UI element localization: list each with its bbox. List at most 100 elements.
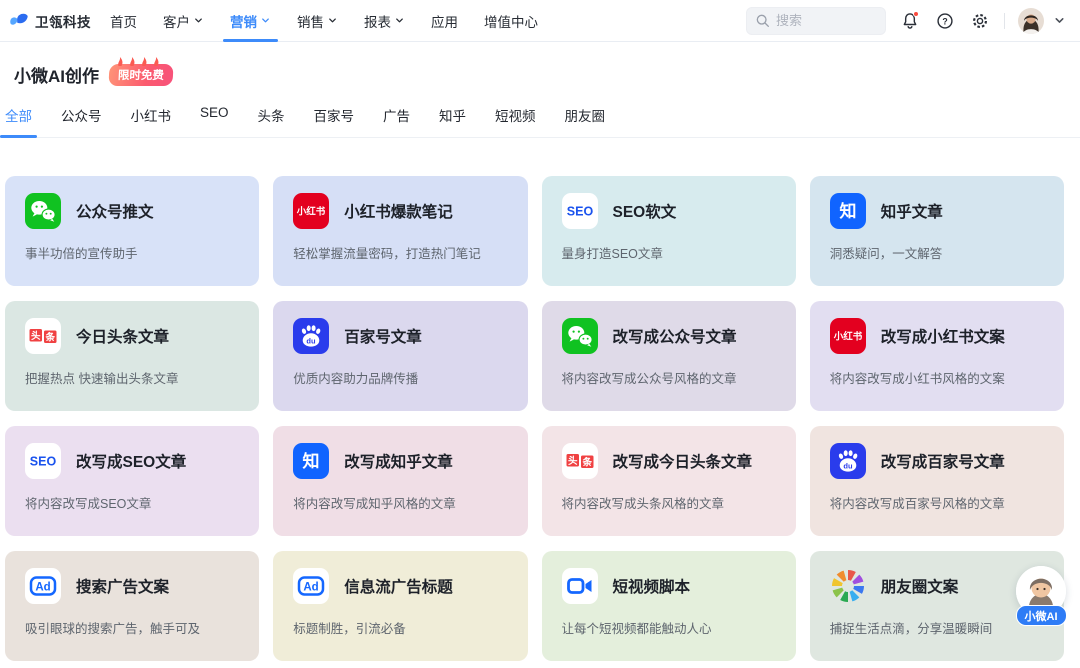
card-feed-ad-title[interactable]: Ad信息流广告标题标题制胜，引流必备 [273, 551, 527, 661]
tab-official-account[interactable]: 公众号 [61, 105, 102, 137]
nav-item-sales[interactable]: 销售 [284, 0, 351, 42]
tab-zhihu[interactable]: 知乎 [439, 105, 466, 137]
svg-text:Ad: Ad [35, 582, 50, 594]
baidu-icon: du [293, 318, 329, 354]
tab-xiaohongshu[interactable]: 小红书 [131, 105, 172, 137]
card-xiaohongshu-hot-note[interactable]: 小红书小红书爆款笔记轻松掌握流量密码，打造热门笔记 [273, 176, 527, 286]
svg-text:条: 条 [581, 456, 592, 468]
nav-item-label: 增值中心 [484, 11, 538, 31]
card-title: 改写成公众号文章 [613, 325, 737, 347]
nav-item-value-added-center[interactable]: 增值中心 [471, 0, 551, 42]
card-title: 今日头条文章 [76, 325, 169, 347]
wechat-icon [562, 318, 598, 354]
card-description: 将内容改写成头条风格的文章 [562, 493, 776, 512]
nav-item-customers[interactable]: 客户 [150, 0, 217, 42]
card-search-ad-copy[interactable]: Ad 搜索广告文案吸引眼球的搜索广告，触手可及 [5, 551, 259, 661]
brand-name: 卫瓴科技 [35, 11, 91, 31]
video-icon [562, 568, 598, 604]
search-input[interactable] [776, 13, 877, 28]
nav-item-label: 客户 [163, 11, 190, 31]
category-tabs: 全部公众号小红书 SEO 头条百家号广告知乎短视频朋友圈 [0, 91, 1080, 138]
notification-dot [913, 11, 919, 17]
card-head: 公众号推文 [25, 193, 239, 229]
card-head: SEOSEO软文 [562, 193, 776, 229]
topbar-right: ? [746, 7, 1066, 35]
nav-item-marketing[interactable]: 营销 [217, 0, 284, 42]
nav-item-apps[interactable]: 应用 [418, 0, 471, 42]
zhihu-icon: 知 [830, 193, 866, 229]
svg-text:Ad: Ad [304, 582, 319, 594]
card-head: 头条 今日头条文章 [25, 318, 239, 354]
card-official-account-post[interactable]: 公众号推文事半功倍的宣传助手 [5, 176, 259, 286]
card-baijiahao-article[interactable]: du百家号文章优质内容助力品牌传播 [273, 301, 527, 411]
card-description: 吸引眼球的搜索广告，触手可及 [25, 618, 239, 637]
ai-assistant-widget[interactable]: 小微AI [1012, 566, 1070, 626]
card-rewrite-toutiao[interactable]: 头条改写成今日头条文章将内容改写成头条风格的文章 [542, 426, 796, 536]
card-toutiao-article[interactable]: 头条 今日头条文章把握热点 快速输出头条文章 [5, 301, 259, 411]
card-title: 改写成SEO文章 [76, 450, 186, 472]
tab-moments[interactable]: 朋友圈 [565, 105, 606, 137]
card-description: 轻松掌握流量密码，打造热门笔记 [293, 243, 507, 262]
chevron-down-icon [327, 15, 338, 26]
card-title: 搜索广告文案 [76, 575, 169, 597]
nav-item-label: 营销 [230, 11, 257, 31]
tab-short-video[interactable]: 短视频 [495, 105, 536, 137]
card-head: du改写成百家号文章 [830, 443, 1044, 479]
card-head: 短视频脚本 [562, 568, 776, 604]
topbar-divider [1004, 13, 1005, 29]
nav-item-label: 首页 [110, 11, 137, 31]
card-seo-article[interactable]: SEOSEO软文量身打造SEO文章 [542, 176, 796, 286]
card-title: 改写成小红书文案 [881, 325, 1005, 347]
ad-icon: Ad [25, 568, 61, 604]
card-rewrite-baijiahao[interactable]: du改写成百家号文章将内容改写成百家号风格的文章 [810, 426, 1064, 536]
card-head: Ad信息流广告标题 [293, 568, 507, 604]
top-navigation-bar: 卫瓴科技 首页 客户 营销 销售 报表应用增值中心 ? [0, 0, 1080, 42]
svg-text:头: 头 [31, 330, 41, 342]
tab-seo[interactable]: SEO [200, 105, 229, 137]
svg-text:du: du [843, 461, 853, 470]
notifications-button[interactable] [899, 10, 921, 32]
tab-toutiao[interactable]: 头条 [258, 105, 285, 137]
brand-logo[interactable]: 卫瓴科技 [8, 10, 91, 32]
card-short-video-script[interactable]: 短视频脚本让每个短视频都能触动人心 [542, 551, 796, 661]
card-zhihu-article[interactable]: 知知乎文章洞悉疑问，一文解答 [810, 176, 1064, 286]
brand-logo-icon [8, 10, 30, 32]
card-head: 知知乎文章 [830, 193, 1044, 229]
card-title: 改写成今日头条文章 [613, 450, 753, 472]
card-rewrite-zhihu[interactable]: 知改写成知乎文章将内容改写成知乎风格的文章 [273, 426, 527, 536]
search-box[interactable] [746, 7, 886, 35]
ad-icon: Ad [293, 568, 329, 604]
card-description: 把握热点 快速输出头条文章 [25, 368, 239, 387]
card-head: du百家号文章 [293, 318, 507, 354]
user-menu[interactable] [1018, 8, 1066, 34]
nav-item-reports[interactable]: 报表 [351, 0, 418, 42]
help-button[interactable]: ? [934, 10, 956, 32]
xiaohongshu-icon: 小红书 [293, 193, 329, 229]
svg-text:条: 条 [44, 331, 55, 343]
card-rewrite-xiaohongshu[interactable]: 小红书改写成小红书文案将内容改写成小红书风格的文案 [810, 301, 1064, 411]
card-description: 将内容改写成百家号风格的文章 [830, 493, 1044, 512]
card-rewrite-official-account[interactable]: 改写成公众号文章将内容改写成公众号风格的文章 [542, 301, 796, 411]
user-avatar[interactable] [1018, 8, 1044, 34]
card-description: 让每个短视频都能触动人心 [562, 618, 776, 637]
wechat-icon [25, 193, 61, 229]
svg-text:知: 知 [838, 201, 856, 221]
tab-ads[interactable]: 广告 [383, 105, 410, 137]
card-title: 小红书爆款笔记 [344, 200, 453, 222]
card-description: 将内容改写成知乎风格的文章 [293, 493, 507, 512]
settings-gear-button[interactable] [969, 10, 991, 32]
card-title: SEO软文 [613, 200, 677, 222]
svg-text:du: du [307, 336, 317, 345]
nav-item-home[interactable]: 首页 [97, 0, 150, 42]
card-description: 洞悉疑问，一文解答 [830, 243, 1044, 262]
tab-all[interactable]: 全部 [5, 105, 32, 137]
tab-baijiahao[interactable]: 百家号 [314, 105, 355, 137]
card-rewrite-seo[interactable]: SEO改写成SEO文章将内容改写成SEO文章 [5, 426, 259, 536]
search-icon [755, 13, 770, 28]
card-grid: 公众号推文事半功倍的宣传助手小红书小红书爆款笔记轻松掌握流量密码，打造热门笔记S… [5, 176, 1064, 661]
nav-item-label: 销售 [297, 11, 324, 31]
chevron-down-icon [260, 15, 271, 26]
chevron-down-icon [1053, 14, 1066, 27]
ai-assistant-label: 小微AI [1016, 605, 1067, 626]
zhihu-icon: 知 [293, 443, 329, 479]
